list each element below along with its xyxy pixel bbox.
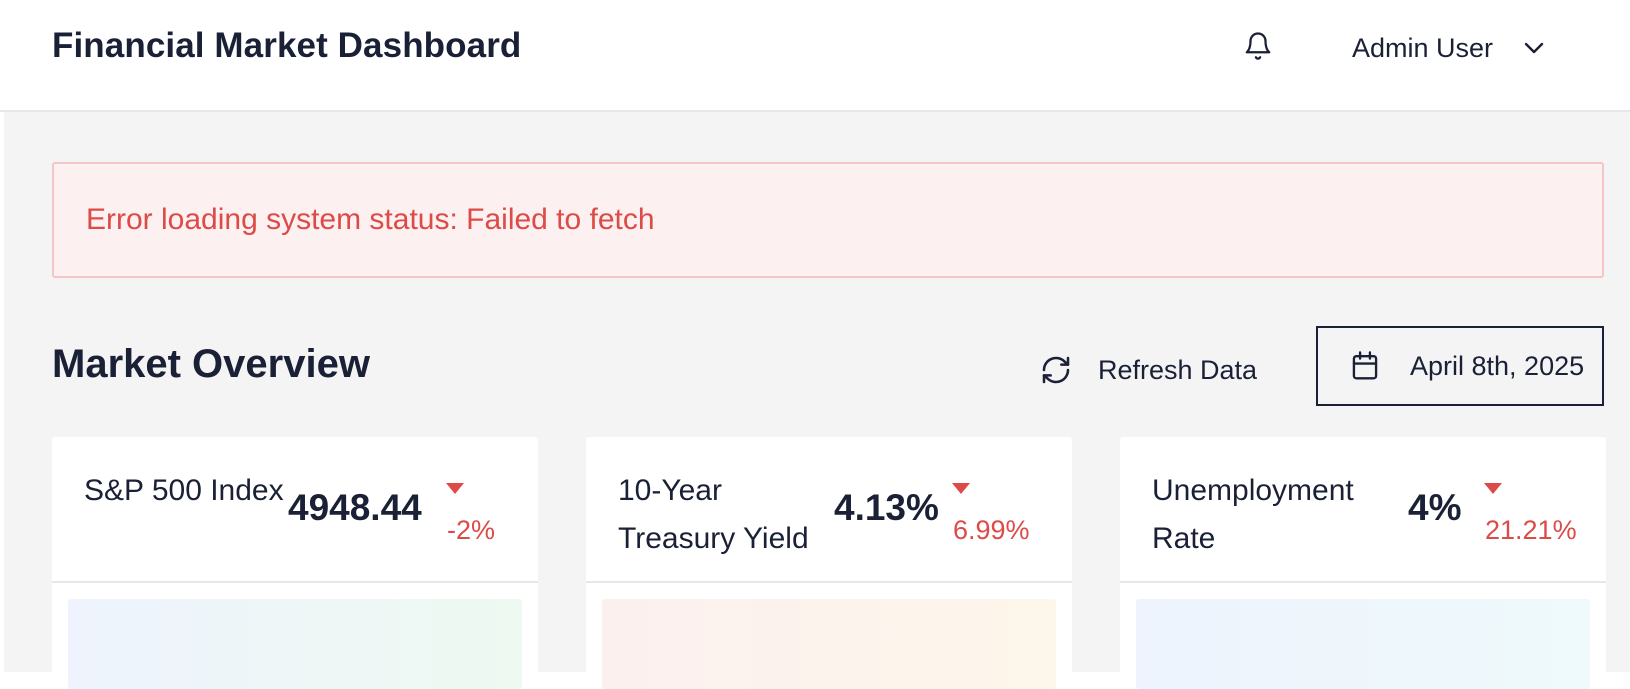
card-change: 6.99%: [953, 515, 1030, 545]
refresh-icon: [1040, 354, 1072, 386]
metric-card-treasury-yield[interactable]: 10-Year Treasury Yield 4.13% 6.99%: [586, 437, 1072, 689]
refresh-data-button[interactable]: Refresh Data: [1040, 344, 1257, 396]
main-content: Error loading system status: Failed to f…: [4, 112, 1630, 689]
calendar-icon: [1350, 350, 1380, 382]
card-chart-area: [68, 599, 522, 689]
card-chart-area: [602, 599, 1056, 689]
date-label: April 8th, 2025: [1410, 350, 1585, 381]
down-triangle-icon: [1484, 483, 1502, 494]
card-chart-area: [1136, 599, 1590, 689]
down-triangle-icon: [446, 483, 464, 494]
user-name: Admin User: [1352, 32, 1494, 63]
error-alert: Error loading system status: Failed to f…: [52, 162, 1604, 278]
metric-card-sp500[interactable]: S&P 500 Index 4948.44 -2%: [52, 437, 538, 689]
section-title: Market Overview: [52, 342, 370, 386]
card-label: S&P 500 Index: [84, 474, 284, 507]
card-value: 4%: [1408, 487, 1462, 528]
notifications-button[interactable]: [1238, 28, 1278, 68]
error-message: Error loading system status: Failed to f…: [86, 203, 655, 236]
card-value: 4948.44: [288, 487, 422, 528]
card-header: S&P 500 Index 4948.44 -2%: [52, 437, 538, 583]
card-header: Unemployment Rate 4% 21.21%: [1120, 437, 1606, 583]
refresh-label: Refresh Data: [1098, 354, 1258, 385]
card-header: 10-Year Treasury Yield 4.13% 6.99%: [586, 437, 1072, 583]
card-label: Unemployment Rate: [1152, 474, 1354, 555]
card-change: -2%: [447, 515, 496, 545]
user-menu[interactable]: Admin User: [1352, 24, 1545, 72]
card-change: 21.21%: [1485, 515, 1577, 545]
chevron-down-icon: [1523, 41, 1545, 55]
metric-card-unemployment[interactable]: Unemployment Rate 4% 21.21%: [1120, 437, 1606, 689]
card-value: 4.13%: [834, 487, 939, 528]
bell-icon: [1243, 29, 1273, 68]
down-triangle-icon: [952, 483, 970, 494]
date-picker-button[interactable]: April 8th, 2025: [1316, 326, 1604, 406]
top-header: Financial Market Dashboard Admin User: [0, 0, 1630, 112]
card-label: 10-Year Treasury Yield: [618, 474, 809, 555]
app-title: Financial Market Dashboard: [52, 26, 522, 65]
